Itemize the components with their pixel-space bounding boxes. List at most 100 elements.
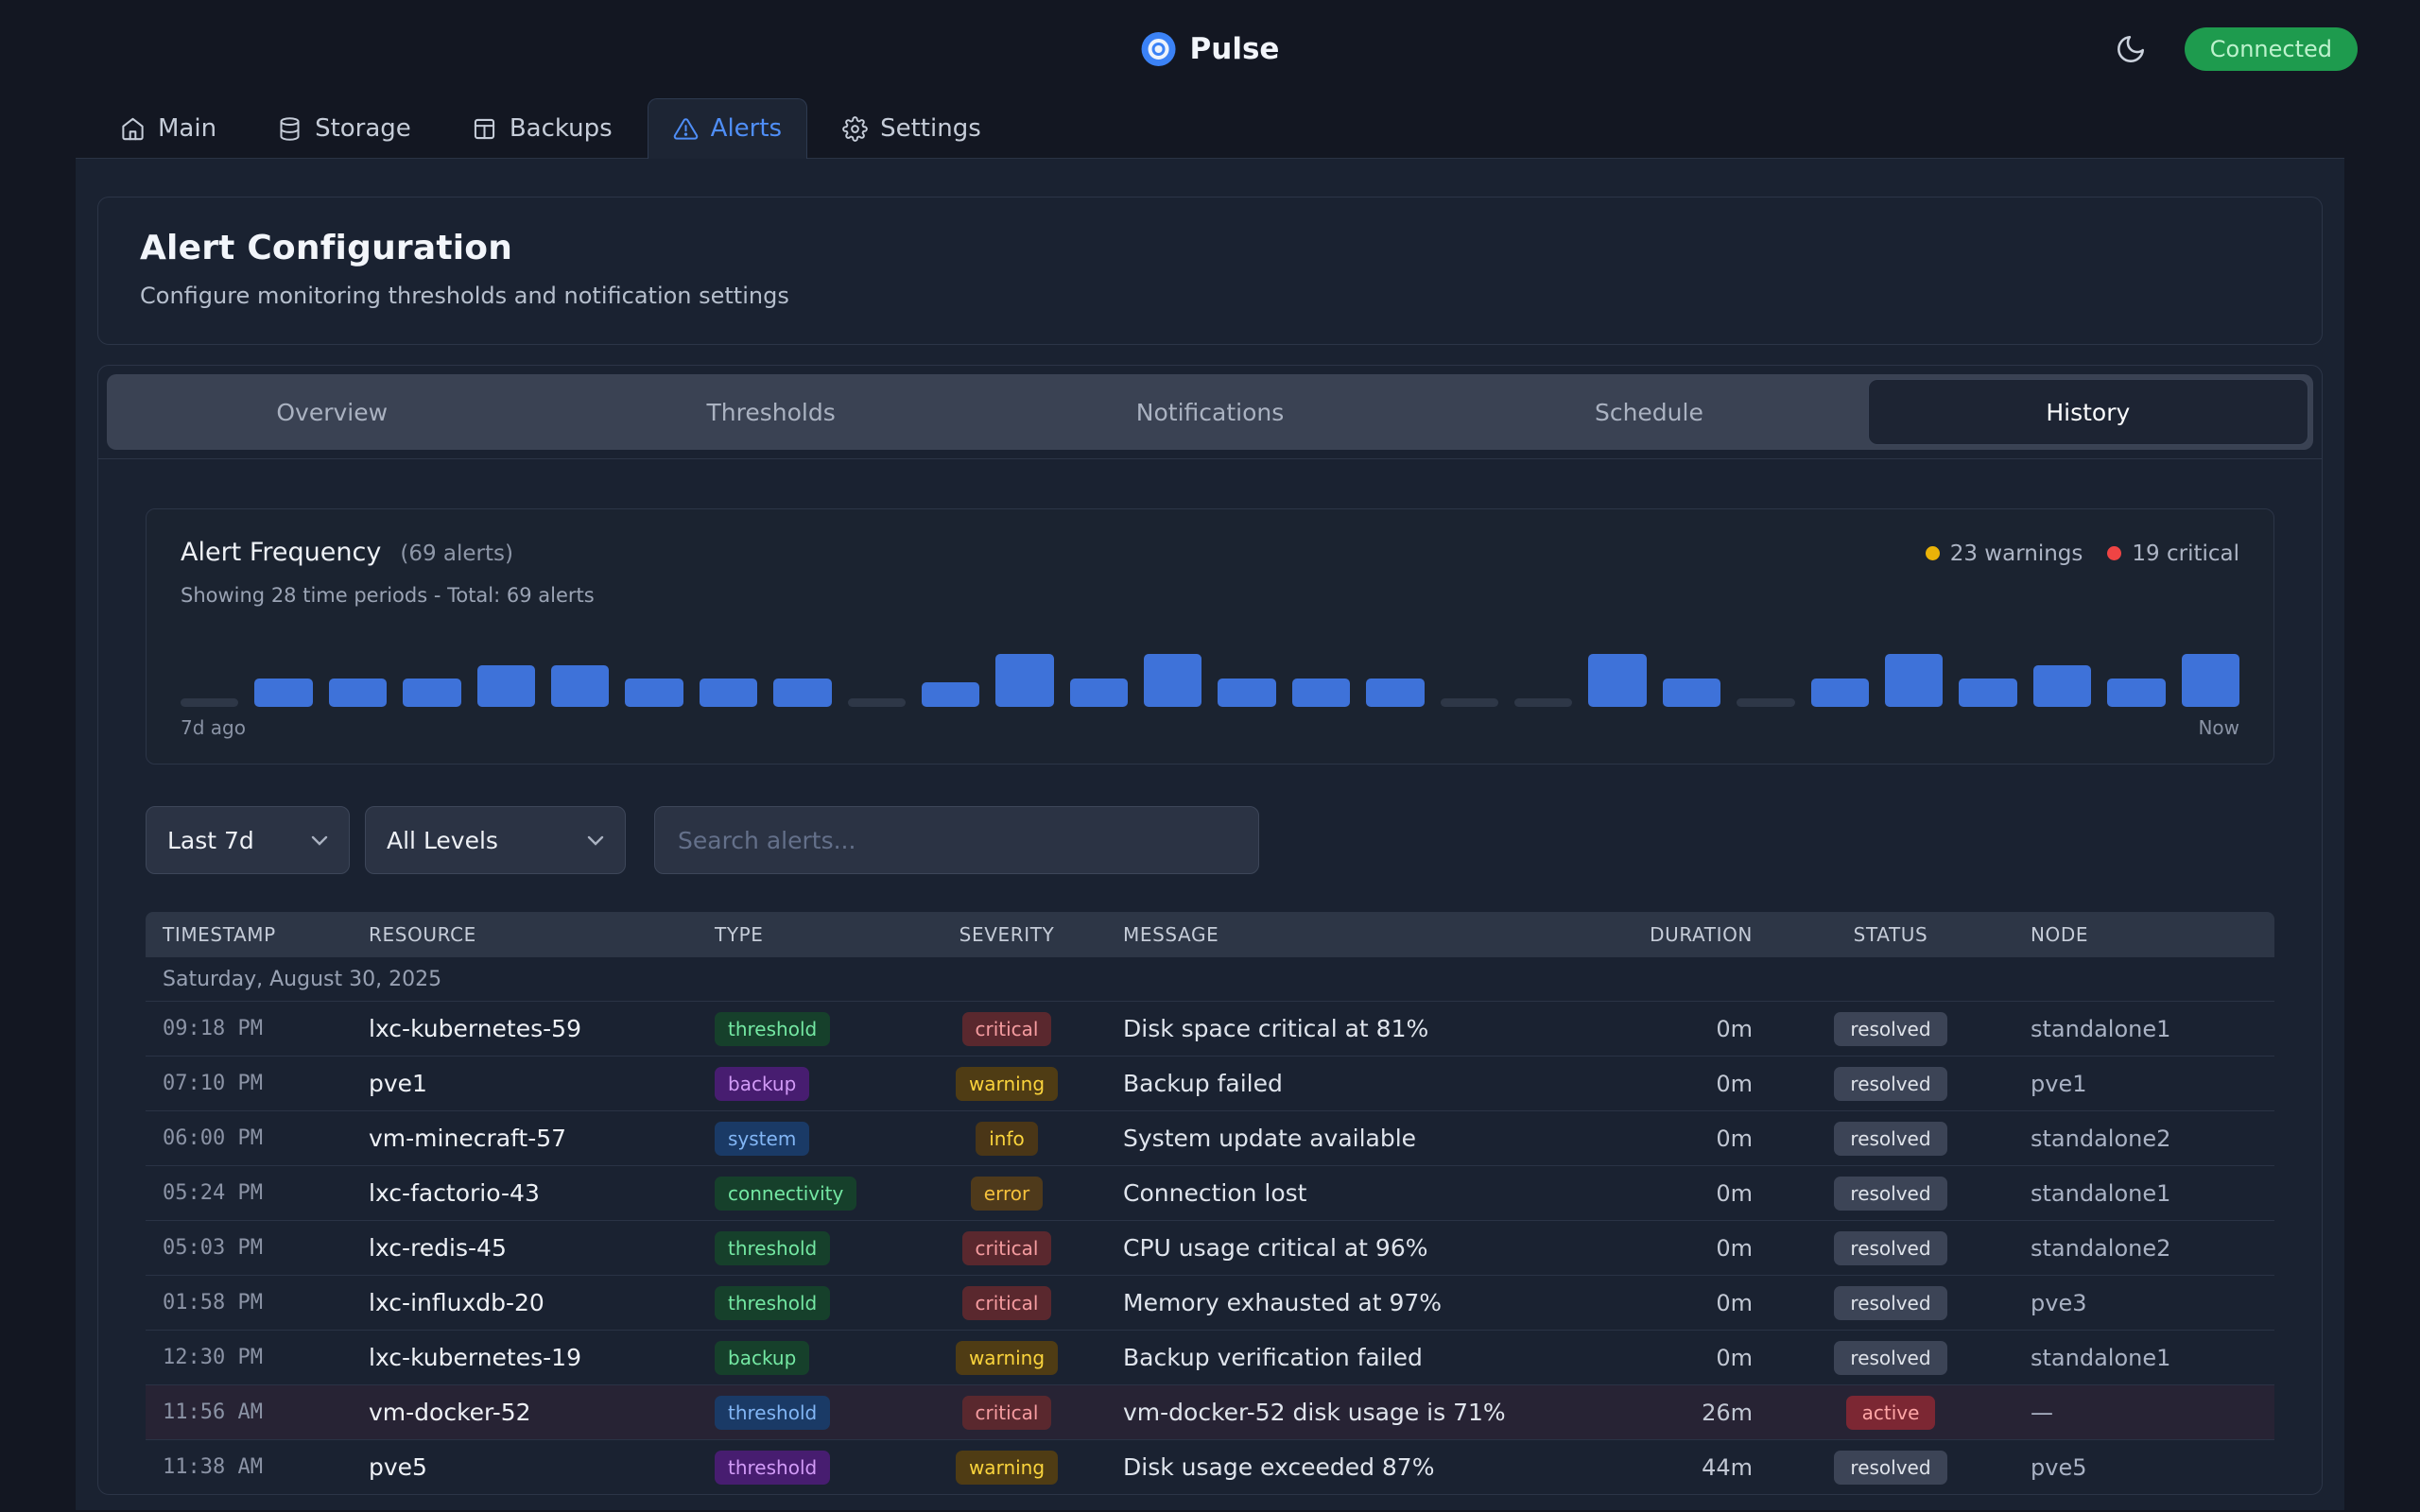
alert-status-cell: resolved xyxy=(1768,1177,2014,1211)
chart-bar-slot xyxy=(551,665,609,707)
column-header-resource: RESOURCE xyxy=(352,923,700,946)
severity-badge: warning xyxy=(956,1451,1058,1485)
nav-item-label: Main xyxy=(158,114,216,143)
chart-bar xyxy=(1811,679,1869,707)
tab-schedule[interactable]: Schedule xyxy=(1429,380,1868,444)
alert-row[interactable]: 06:00 PMvm-minecraft-57systeminfoSystem … xyxy=(146,1110,2274,1165)
severity-badge: warning xyxy=(956,1067,1058,1101)
alert-message: Disk space critical at 81% xyxy=(1087,1015,1616,1042)
alert-message: Backup failed xyxy=(1087,1070,1616,1097)
type-badge: threshold xyxy=(715,1012,830,1046)
level-value: All Levels xyxy=(387,827,498,854)
alert-row[interactable]: 09:18 PMlxc-kubernetes-59thresholdcritic… xyxy=(146,1001,2274,1056)
column-header-timestamp: TIMESTAMP xyxy=(146,923,352,946)
chart-bar-empty xyxy=(181,698,238,707)
alert-node: — xyxy=(2014,1400,2274,1426)
chevron-down-icon xyxy=(587,835,604,846)
alert-status-cell: active xyxy=(1768,1396,2014,1430)
sub-tab-strip: OverviewThresholdsNotificationsScheduleH… xyxy=(98,366,2322,459)
severity-badge: critical xyxy=(962,1286,1052,1320)
alert-timestamp: 05:24 PM xyxy=(146,1181,352,1205)
tab-notifications[interactable]: Notifications xyxy=(991,380,1429,444)
alert-row[interactable]: 01:58 PMlxc-influxdb-20thresholdcritical… xyxy=(146,1275,2274,1330)
chart-bar xyxy=(2182,654,2239,707)
alert-config-container: OverviewThresholdsNotificationsScheduleH… xyxy=(97,365,2323,1495)
chart-bar-slot xyxy=(625,679,683,707)
chart-bar-slot xyxy=(403,679,460,707)
alert-row[interactable]: 12:30 PMlxc-kubernetes-19backupwarningBa… xyxy=(146,1330,2274,1384)
nav-item-label: Backups xyxy=(510,114,613,143)
alert-resource: lxc-kubernetes-19 xyxy=(352,1344,700,1371)
alert-severity-cell: warning xyxy=(926,1341,1087,1375)
nav-item-settings[interactable]: Settings xyxy=(817,98,1007,159)
alert-resource: lxc-redis-45 xyxy=(352,1234,700,1262)
chart-bar-slot xyxy=(329,679,387,707)
alert-row[interactable]: 07:10 PMpve1backupwarningBackup failed0m… xyxy=(146,1056,2274,1110)
nav-item-storage[interactable]: Storage xyxy=(251,98,437,159)
status-badge: resolved xyxy=(1834,1341,1946,1375)
time-range-select[interactable]: Last 7d xyxy=(146,806,350,874)
column-header-node: NODE xyxy=(2014,923,2274,946)
page-subtitle: Configure monitoring thresholds and noti… xyxy=(140,283,2280,309)
alert-timestamp: 01:58 PM xyxy=(146,1291,352,1314)
alert-node: standalone1 xyxy=(2014,1016,2274,1042)
alert-message: Disk usage exceeded 87% xyxy=(1087,1453,1616,1481)
tab-thresholds[interactable]: Thresholds xyxy=(551,380,990,444)
alert-status-cell: resolved xyxy=(1768,1231,2014,1265)
level-select[interactable]: All Levels xyxy=(365,806,626,874)
alert-resource: pve1 xyxy=(352,1070,700,1097)
main-nav: Main Storage Backups Alerts Settings xyxy=(76,98,2344,159)
nav-item-label: Storage xyxy=(315,114,411,143)
type-badge: connectivity xyxy=(715,1177,856,1211)
chart-bar-empty xyxy=(1514,698,1572,707)
alert-node: standalone2 xyxy=(2014,1235,2274,1262)
type-badge: backup xyxy=(715,1067,809,1101)
chart-bar-slot xyxy=(254,679,312,707)
severity-badge: info xyxy=(976,1122,1038,1156)
chevron-down-icon xyxy=(311,835,328,846)
legend-dot-icon xyxy=(1926,546,1940,560)
chart-bar-slot xyxy=(1885,654,1943,707)
app-title: Pulse xyxy=(1190,32,1280,66)
chart-bar-slot xyxy=(2107,679,2165,707)
home-icon xyxy=(120,116,146,142)
alert-row[interactable]: 05:03 PMlxc-redis-45thresholdcriticalCPU… xyxy=(146,1220,2274,1275)
alert-duration: 44m xyxy=(1616,1454,1768,1481)
alert-type-cell: connectivity xyxy=(700,1177,926,1211)
nav-item-alerts[interactable]: Alerts xyxy=(648,98,807,159)
tab-history[interactable]: History xyxy=(1869,380,2308,444)
nav-item-main[interactable]: Main xyxy=(95,98,242,159)
alert-node: standalone2 xyxy=(2014,1125,2274,1152)
chart-bar-empty xyxy=(1441,698,1498,707)
alert-row[interactable]: 11:56 AMvm-docker-52thresholdcriticalvm-… xyxy=(146,1384,2274,1439)
type-badge: threshold xyxy=(715,1286,830,1320)
gear-icon xyxy=(842,116,868,142)
alert-row[interactable]: 11:38 AMpve5thresholdwarningDisk usage e… xyxy=(146,1439,2274,1494)
theme-toggle-button[interactable] xyxy=(2115,33,2147,65)
chart-bar xyxy=(403,679,460,707)
alert-row[interactable]: 05:24 PMlxc-factorio-43connectivityerror… xyxy=(146,1165,2274,1220)
alert-node: standalone1 xyxy=(2014,1345,2274,1371)
tab-overview[interactable]: Overview xyxy=(112,380,551,444)
nav-item-backups[interactable]: Backups xyxy=(446,98,638,159)
chart-bar-slot xyxy=(2033,665,2091,707)
alert-resource: pve5 xyxy=(352,1453,700,1481)
alert-timestamp: 05:03 PM xyxy=(146,1236,352,1260)
chart-bar-slot xyxy=(1366,679,1424,707)
alert-duration: 0m xyxy=(1616,1180,1768,1207)
chart-alert-count: (69 alerts) xyxy=(400,541,513,566)
nav-item-label: Settings xyxy=(880,114,981,143)
alert-status-cell: resolved xyxy=(1768,1341,2014,1375)
alert-severity-cell: critical xyxy=(926,1396,1087,1430)
legend-item: 23 warnings xyxy=(1926,541,2083,566)
alert-message: Backup verification failed xyxy=(1087,1344,1616,1371)
type-badge: threshold xyxy=(715,1396,830,1430)
history-tab-content: Alert Frequency (69 alerts) 23 warnings1… xyxy=(98,459,2322,1494)
chart-legend: 23 warnings19 critical xyxy=(1926,541,2239,566)
search-input[interactable] xyxy=(654,806,1259,874)
status-badge: resolved xyxy=(1834,1231,1946,1265)
alert-triangle-icon xyxy=(673,116,699,142)
chart-bar xyxy=(700,679,757,707)
status-badge: active xyxy=(1846,1396,1936,1430)
nav-item-label: Alerts xyxy=(711,114,782,143)
